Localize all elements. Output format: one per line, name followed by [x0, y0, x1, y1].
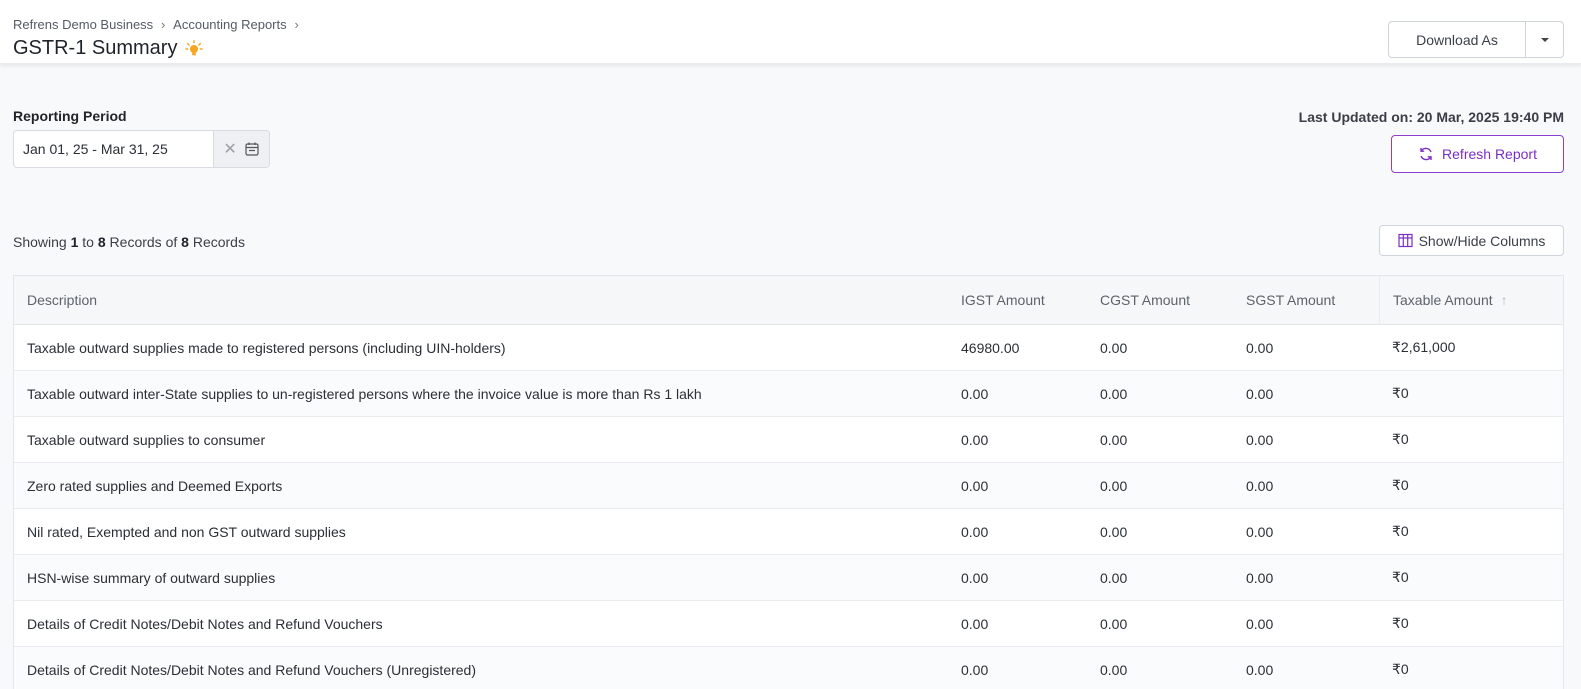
cgst-cell: 0.00	[1100, 339, 1128, 356]
description-cell: Details of Credit Notes/Debit Notes and …	[27, 661, 476, 678]
clear-icon[interactable]: ✕	[223, 139, 236, 159]
description-cell: Zero rated supplies and Deemed Exports	[27, 477, 283, 494]
sgst-cell: 0.00	[1246, 661, 1274, 678]
taxable-cell: ₹0	[1392, 477, 1409, 493]
sgst-cell: 0.00	[1246, 523, 1274, 540]
download-as-button[interactable]: Download As	[1388, 21, 1526, 58]
download-as-label: Download As	[1416, 31, 1498, 48]
column-header-taxable-label: Taxable Amount	[1393, 292, 1493, 308]
records-of-word: Records of	[109, 234, 178, 250]
table-row[interactable]: Taxable outward supplies to consumer 0.00…	[14, 417, 1563, 463]
sgst-cell: 0.00	[1246, 385, 1274, 402]
records-total: 8	[181, 234, 189, 250]
cgst-cell: 0.00	[1100, 385, 1128, 402]
show-hide-columns-label: Show/Hide Columns	[1418, 232, 1546, 249]
page-header: Refrens Demo Business › Accounting Repor…	[0, 0, 1581, 64]
column-header-cgst[interactable]: CGST Amount	[1087, 276, 1233, 324]
igst-cell: 0.00	[961, 431, 989, 448]
records-suffix: Records	[192, 234, 245, 250]
columns-icon	[1397, 233, 1413, 248]
records-to: 8	[97, 234, 106, 250]
description-cell: Taxable outward supplies made to registe…	[27, 339, 506, 356]
refresh-icon	[1420, 147, 1432, 161]
column-header-description[interactable]: Description	[14, 276, 948, 324]
table-header: Description IGST Amount CGST Amount SGST…	[14, 276, 1563, 325]
description-cell: Taxable outward inter-State supplies to …	[27, 385, 702, 402]
lightbulb-icon[interactable]	[185, 39, 204, 58]
download-options-dropdown[interactable]	[1525, 21, 1564, 58]
breadcrumb: Refrens Demo Business › Accounting Repor…	[13, 17, 307, 32]
caret-down-icon	[1540, 37, 1549, 42]
sgst-cell: 0.00	[1246, 477, 1274, 494]
description-cell: Nil rated, Exempted and non GST outward …	[27, 523, 346, 540]
igst-cell: 46980.00	[961, 339, 1020, 356]
last-updated-text: Last Updated on: 20 Mar, 2025 19:40 PM	[1298, 109, 1564, 125]
taxable-cell: ₹0	[1392, 523, 1409, 539]
description-cell: HSN-wise summary of outward supplies	[27, 569, 276, 586]
show-hide-columns-button[interactable]: Show/Hide Columns	[1379, 225, 1564, 256]
records-summary: Showing 1 to 8 Records of 8 Records	[13, 234, 245, 250]
igst-cell: 0.00	[961, 523, 989, 540]
igst-cell: 0.00	[961, 477, 989, 494]
taxable-cell: ₹0	[1392, 431, 1409, 447]
column-header-taxable[interactable]: Taxable Amount ↑	[1379, 276, 1563, 324]
records-to-word: to	[82, 234, 94, 250]
table-row[interactable]: Zero rated supplies and Deemed Exports 0.…	[14, 463, 1563, 509]
page-title: GSTR-1 Summary	[13, 37, 204, 60]
description-cell: Taxable outward supplies to consumer	[27, 431, 266, 448]
sgst-cell: 0.00	[1246, 615, 1274, 632]
taxable-cell: ₹0	[1392, 385, 1409, 401]
igst-cell: 0.00	[961, 385, 989, 402]
column-header-sgst[interactable]: SGST Amount	[1233, 276, 1379, 324]
column-header-igst[interactable]: IGST Amount	[948, 276, 1087, 324]
cgst-cell: 0.00	[1100, 477, 1128, 494]
cgst-cell: 0.00	[1100, 431, 1128, 448]
table-body: Taxable outward supplies made to registe…	[14, 325, 1563, 689]
table-row[interactable]: Taxable outward supplies made to registe…	[14, 325, 1563, 371]
taxable-cell: ₹0	[1392, 661, 1409, 677]
sort-ascending-icon[interactable]: ↑	[1501, 292, 1508, 308]
calendar-icon[interactable]	[244, 141, 260, 157]
taxable-cell: ₹0	[1392, 569, 1409, 585]
date-range-value[interactable]: Jan 01, 25 - Mar 31, 25	[14, 131, 213, 167]
sgst-cell: 0.00	[1246, 339, 1274, 356]
date-actions: ✕	[213, 131, 269, 167]
cgst-cell: 0.00	[1100, 661, 1128, 678]
taxable-cell: ₹0	[1392, 615, 1409, 631]
cgst-cell: 0.00	[1100, 615, 1128, 632]
date-range-picker[interactable]: Jan 01, 25 - Mar 31, 25 ✕	[13, 130, 270, 168]
page-title-text: GSTR-1 Summary	[13, 37, 178, 59]
records-prefix: Showing	[13, 234, 67, 250]
gstr1-summary-table: Description IGST Amount CGST Amount SGST…	[13, 275, 1564, 689]
igst-cell: 0.00	[961, 615, 989, 632]
table-row[interactable]: Taxable outward inter-State supplies to …	[14, 371, 1563, 417]
refresh-report-label: Refresh Report	[1442, 146, 1537, 162]
taxable-cell: ₹2,61,000	[1392, 339, 1456, 355]
igst-cell: 0.00	[961, 569, 989, 586]
cgst-cell: 0.00	[1100, 523, 1128, 540]
table-row[interactable]: HSN-wise summary of outward supplies 0.00…	[14, 555, 1563, 601]
breadcrumb-item-business[interactable]: Refrens Demo Business	[13, 17, 153, 32]
chevron-right-icon: ›	[294, 17, 299, 32]
sgst-cell: 0.00	[1246, 431, 1274, 448]
breadcrumb-item-accounting-reports[interactable]: Accounting Reports	[173, 17, 286, 32]
sgst-cell: 0.00	[1246, 569, 1274, 586]
refresh-report-button[interactable]: Refresh Report	[1391, 135, 1564, 173]
table-row[interactable]: Nil rated, Exempted and non GST outward …	[14, 509, 1563, 555]
chevron-right-icon: ›	[161, 17, 166, 32]
igst-cell: 0.00	[961, 661, 989, 678]
cgst-cell: 0.00	[1100, 569, 1128, 586]
records-from: 1	[70, 234, 79, 250]
table-row[interactable]: Details of Credit Notes/Debit Notes and …	[14, 601, 1563, 647]
reporting-period-label: Reporting Period	[13, 108, 127, 124]
table-row[interactable]: Details of Credit Notes/Debit Notes and …	[14, 647, 1563, 689]
description-cell: Details of Credit Notes/Debit Notes and …	[27, 615, 383, 632]
